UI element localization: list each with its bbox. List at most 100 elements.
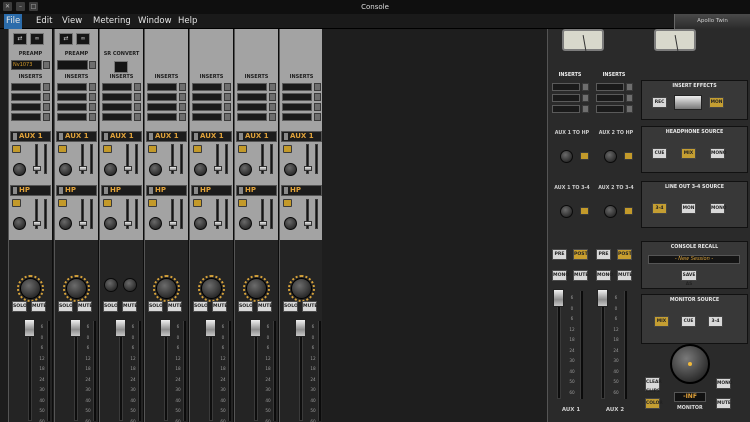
insert-slot[interactable] (552, 83, 580, 91)
insert-power-icon[interactable] (314, 83, 321, 91)
insert-slot[interactable] (237, 83, 267, 91)
hp-send-knob[interactable] (239, 217, 252, 230)
color-button[interactable]: COLOR (645, 398, 663, 409)
aux-send-knob[interactable] (13, 163, 26, 176)
aux-to-34-button[interactable] (580, 207, 589, 215)
insert-power-icon[interactable] (179, 93, 186, 101)
insert-slot[interactable] (192, 113, 222, 121)
insert-slot[interactable] (57, 83, 87, 91)
mute-button[interactable]: MUTE (31, 301, 47, 312)
insert-slot[interactable] (552, 105, 580, 113)
insert-power-icon[interactable] (179, 103, 186, 111)
input-toggle-icon[interactable]: ⇄ (13, 33, 27, 45)
insert-slot[interactable] (237, 113, 267, 121)
insert-power-icon[interactable] (314, 93, 321, 101)
insert-slot[interactable] (596, 105, 624, 113)
aux-to-34-knob[interactable] (604, 205, 617, 218)
menu-help[interactable]: Help (178, 14, 197, 29)
line-mon-button[interactable]: MON (681, 203, 696, 214)
aux-to-hp-button[interactable] (624, 152, 633, 160)
solo-button[interactable]: SOLO (193, 301, 208, 312)
aux-mute-button[interactable]: MUTE (617, 270, 633, 281)
insert-power-icon[interactable] (43, 113, 50, 121)
insert-power-icon[interactable] (224, 113, 231, 121)
pan-knob[interactable] (66, 278, 87, 299)
insert-slot[interactable] (282, 83, 312, 91)
hp-level-fader[interactable] (214, 221, 222, 226)
insert-power-icon[interactable] (314, 113, 321, 121)
hp-level-fader[interactable] (259, 221, 267, 226)
pre-button[interactable]: PRE (552, 249, 567, 260)
preamp-settings-icon[interactable] (89, 61, 96, 69)
sr-convert-toggle[interactable] (114, 61, 128, 73)
pan-knob[interactable] (291, 278, 312, 299)
solo-button[interactable]: SOLO (103, 301, 118, 312)
aux-mono-button[interactable]: MONO (552, 270, 569, 281)
menu-file[interactable]: File (4, 14, 23, 29)
solo-button[interactable]: SOLO (283, 301, 298, 312)
preamp-settings-icon[interactable] (43, 61, 50, 69)
aux-send-select[interactable]: AUX 1 (10, 131, 51, 142)
aux-send-select[interactable]: AUX 1 (236, 131, 277, 142)
menu-metering[interactable]: Metering (93, 14, 131, 29)
hp-level-fader[interactable] (169, 221, 177, 226)
aux-prepost-button[interactable] (193, 145, 202, 153)
aux-mute-button[interactable]: MUTE (573, 270, 589, 281)
aux-level-fader[interactable] (33, 166, 41, 171)
insert-slot[interactable] (192, 93, 222, 101)
hp-send-select[interactable]: HP (146, 185, 187, 196)
insert-power-icon[interactable] (224, 103, 231, 111)
insert-power-icon[interactable] (89, 93, 96, 101)
channel-fader[interactable] (205, 319, 216, 337)
mute-button[interactable]: MUTE (77, 301, 93, 312)
insert-power-icon[interactable] (43, 83, 50, 91)
channel-fader[interactable] (295, 319, 306, 337)
pan-knob[interactable] (156, 278, 177, 299)
insert-slot[interactable] (102, 103, 132, 111)
insert-power-icon[interactable] (269, 83, 276, 91)
hp-send-select[interactable]: HP (191, 185, 232, 196)
insert-slot[interactable] (596, 83, 624, 91)
mute-button[interactable]: MUTE (167, 301, 183, 312)
insert-power-icon[interactable] (582, 94, 589, 102)
hp-send-knob[interactable] (149, 217, 162, 230)
line-34-button[interactable]: 3-4 (652, 203, 667, 214)
hp-send-select[interactable]: HP (101, 185, 142, 196)
insert-power-icon[interactable] (134, 113, 141, 121)
hp-level-fader[interactable] (79, 221, 87, 226)
insert-power-icon[interactable] (134, 93, 141, 101)
insert-slot[interactable] (102, 83, 132, 91)
insert-power-icon[interactable] (224, 83, 231, 91)
aux-level-fader[interactable] (79, 166, 87, 171)
insert-power-icon[interactable] (269, 103, 276, 111)
aux-to-hp-button[interactable] (580, 152, 589, 160)
channel-fader[interactable] (115, 319, 126, 337)
aux-to-34-button[interactable] (624, 207, 633, 215)
preamp-select[interactable]: Nv1073 (11, 60, 42, 70)
aux-send-select[interactable]: AUX 1 (191, 131, 232, 142)
aux-prepost-button[interactable] (12, 145, 21, 153)
link-icon[interactable]: ∞ (30, 33, 44, 45)
insert-power-icon[interactable] (43, 103, 50, 111)
insert-power-icon[interactable] (582, 83, 589, 91)
aux-level-fader[interactable] (259, 166, 267, 171)
hp-send-knob[interactable] (59, 217, 72, 230)
hp-prepost-button[interactable] (238, 199, 247, 207)
insert-power-icon[interactable] (179, 113, 186, 121)
insert-slot[interactable] (282, 93, 312, 101)
hp-send-knob[interactable] (194, 217, 207, 230)
aux-level-fader[interactable] (169, 166, 177, 171)
insert-slot[interactable] (147, 93, 177, 101)
hp-send-knob[interactable] (104, 217, 117, 230)
insert-power-icon[interactable] (626, 105, 633, 113)
menu-edit[interactable]: Edit (36, 14, 52, 29)
aux-to-34-knob[interactable] (560, 205, 573, 218)
mute-button[interactable]: MUTE (302, 301, 318, 312)
pan-knob[interactable] (246, 278, 267, 299)
insert-power-icon[interactable] (89, 103, 96, 111)
insert-slot[interactable] (147, 103, 177, 111)
mon-cue-button[interactable]: CUE (681, 316, 696, 327)
channel-fader[interactable] (24, 319, 35, 337)
channel-fader[interactable] (250, 319, 261, 337)
solo-button[interactable]: SOLO (12, 301, 27, 312)
